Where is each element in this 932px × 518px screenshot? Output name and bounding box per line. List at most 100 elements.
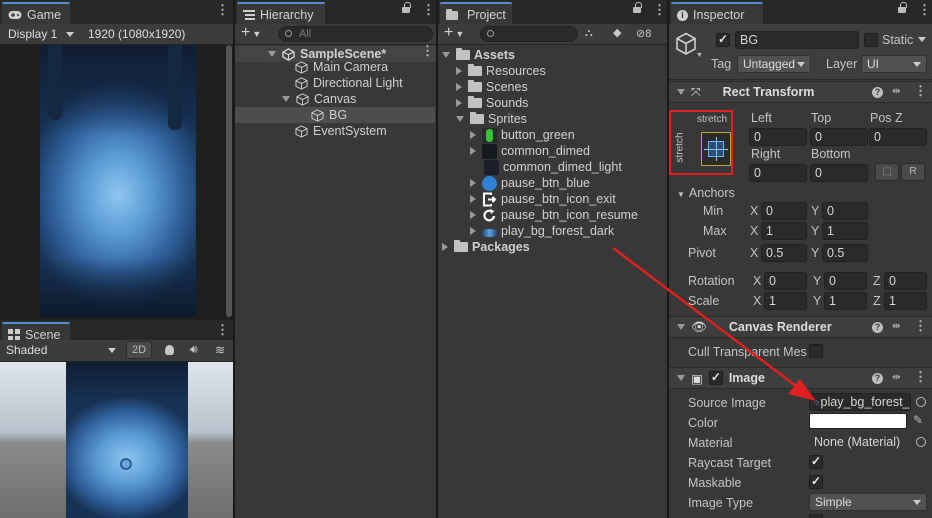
tag-dropdown[interactable]: Untagged <box>737 55 811 73</box>
tab-game[interactable]: Game <box>2 2 70 24</box>
tree-item-sounds[interactable]: Sounds <box>438 95 667 111</box>
fold-arrow-icon[interactable] <box>470 131 476 139</box>
raycast-target-checkbox[interactable] <box>809 454 823 469</box>
asset-common-dimed-light[interactable]: common_dimed_light <box>438 159 667 175</box>
object-picker-icon[interactable] <box>916 397 926 407</box>
static-checkbox[interactable] <box>864 33 878 47</box>
object-menu-arrow-icon[interactable]: ▼ <box>696 52 703 59</box>
asset-pause-btn-blue[interactable]: pause_btn_blue <box>438 175 667 191</box>
presets-icon[interactable]: ⇹ <box>892 321 903 332</box>
layer-dropdown[interactable]: UI <box>861 55 927 73</box>
right-input[interactable]: 0 <box>749 164 807 182</box>
cull-transparent-checkbox[interactable] <box>809 344 823 358</box>
fold-arrow-icon[interactable] <box>442 243 448 251</box>
next-row-checkbox[interactable] <box>809 514 823 518</box>
tab-project[interactable]: Project <box>440 2 512 24</box>
effects-icon[interactable]: ≋ <box>215 343 225 357</box>
rotation-z-input[interactable]: 0 <box>884 272 927 290</box>
presets-icon[interactable]: ⇹ <box>892 86 903 97</box>
help-icon[interactable]: ? <box>872 322 883 333</box>
tree-item-main-camera[interactable]: Main Camera <box>235 59 436 75</box>
scene-options-icon[interactable]: ⋮ <box>421 44 434 58</box>
fold-arrow-icon[interactable] <box>456 67 462 75</box>
blueprint-mode-button[interactable]: ⬚ <box>875 163 899 181</box>
fold-arrow-icon[interactable] <box>677 324 685 330</box>
lighting-icon[interactable] <box>165 345 174 355</box>
fold-arrow-icon[interactable] <box>470 195 476 203</box>
anchor-min-y-input[interactable]: 0 <box>822 202 868 220</box>
scene-menu-icon[interactable]: ⋮ <box>216 323 229 337</box>
asset-pause-btn-icon-resume[interactable]: pause_btn_icon_resume <box>438 207 667 223</box>
fold-arrow-icon[interactable] <box>456 116 464 122</box>
help-icon[interactable]: ? <box>872 373 883 384</box>
tree-item-sprites[interactable]: Sprites <box>438 111 667 127</box>
static-dropdown-arrow-icon[interactable] <box>918 37 926 42</box>
tree-item-eventsystem[interactable]: EventSystem <box>235 123 436 139</box>
image-type-dropdown[interactable]: Simple <box>809 493 927 511</box>
fold-arrow-icon[interactable] <box>677 375 685 381</box>
project-menu-icon[interactable]: ⋮ <box>653 3 666 17</box>
fold-arrow-icon[interactable] <box>442 52 450 58</box>
component-menu-icon[interactable]: ⋮ <box>914 84 927 98</box>
tree-item-resources[interactable]: Resources <box>438 63 667 79</box>
search-by-type-icon[interactable]: ⛬ <box>585 27 593 40</box>
search-by-label-icon[interactable]: ◆ <box>613 26 621 39</box>
pivot-gizmo-icon[interactable] <box>120 458 132 470</box>
left-input[interactable]: 0 <box>749 128 807 146</box>
create-button[interactable]: + ▼ <box>444 24 464 43</box>
lock-icon[interactable] <box>633 2 642 15</box>
material-field[interactable]: None (Material) <box>809 433 911 451</box>
presets-icon[interactable]: ⇹ <box>892 372 903 383</box>
tree-item-packages[interactable]: Packages <box>438 239 667 255</box>
tree-item-assets[interactable]: Assets <box>438 47 667 63</box>
asset-common-dimed[interactable]: common_dimed <box>438 143 667 159</box>
hidden-packages-toggle[interactable]: ⊘8 <box>636 27 651 40</box>
rotation-y-input[interactable]: 0 <box>824 272 867 290</box>
component-menu-icon[interactable]: ⋮ <box>914 370 927 384</box>
help-icon[interactable]: ? <box>872 87 883 98</box>
object-picker-icon[interactable] <box>916 437 926 447</box>
fold-arrow-icon[interactable] <box>282 96 290 102</box>
tab-inspector[interactable]: i Inspector <box>671 2 763 24</box>
anchors-foldout[interactable]: ▼ Anchors <box>677 186 735 200</box>
tree-item-canvas[interactable]: Canvas <box>235 91 436 107</box>
fold-arrow-icon[interactable] <box>268 51 276 57</box>
game-scrollbar[interactable] <box>226 45 232 317</box>
object-name-field[interactable]: BG <box>735 31 859 49</box>
scale-x-input[interactable]: 1 <box>764 292 807 310</box>
active-checkbox[interactable] <box>716 32 730 47</box>
2d-toggle-button[interactable]: 2D <box>126 341 152 359</box>
pivot-x-input[interactable]: 0.5 <box>761 244 807 262</box>
lock-icon[interactable] <box>402 2 411 15</box>
fold-arrow-icon[interactable] <box>470 147 476 155</box>
audio-icon[interactable]: 🔊︎ <box>190 342 198 357</box>
anchor-preset-button[interactable]: stretch stretch <box>669 110 733 175</box>
add-button[interactable]: + ▼ <box>241 24 261 43</box>
asset-button-green[interactable]: button_green <box>438 127 667 143</box>
anchor-max-y-input[interactable]: 1 <box>822 222 868 240</box>
resolution-dropdown[interactable]: 1920 (1080x1920) <box>82 25 232 43</box>
maskable-checkbox[interactable] <box>809 474 823 489</box>
shading-dropdown[interactable]: Shaded <box>0 341 122 359</box>
fold-arrow-icon[interactable] <box>677 89 685 95</box>
rotation-x-input[interactable]: 0 <box>764 272 807 290</box>
component-menu-icon[interactable]: ⋮ <box>914 319 927 333</box>
anchor-min-x-input[interactable]: 0 <box>761 202 807 220</box>
scale-y-input[interactable]: 1 <box>824 292 867 310</box>
bottom-input[interactable]: 0 <box>810 164 868 182</box>
asset-pause-btn-icon-exit[interactable]: pause_btn_icon_exit <box>438 191 667 207</box>
tree-item-bg[interactable]: BG <box>235 107 435 123</box>
hierarchy-menu-icon[interactable]: ⋮ <box>422 3 435 17</box>
game-view[interactable] <box>0 45 233 320</box>
fold-arrow-icon[interactable] <box>470 227 476 235</box>
fold-arrow-icon[interactable] <box>470 211 476 219</box>
game-menu-icon[interactable]: ⋮ <box>216 3 229 17</box>
posz-input[interactable]: 0 <box>869 128 927 146</box>
eyedropper-icon[interactable]: ✎ <box>913 413 923 427</box>
tree-item-scenes[interactable]: Scenes <box>438 79 667 95</box>
pivot-y-input[interactable]: 0.5 <box>822 244 868 262</box>
fold-arrow-icon[interactable] <box>470 179 476 187</box>
top-input[interactable]: 0 <box>810 128 868 146</box>
source-image-field[interactable]: ⁘play_bg_forest_ <box>809 393 911 411</box>
image-enabled-checkbox[interactable] <box>708 370 723 385</box>
